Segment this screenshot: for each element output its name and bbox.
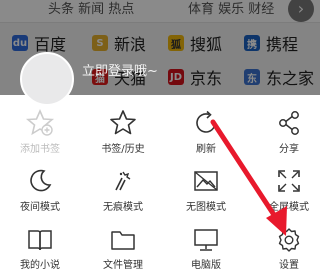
annotation-arrow (210, 119, 287, 236)
